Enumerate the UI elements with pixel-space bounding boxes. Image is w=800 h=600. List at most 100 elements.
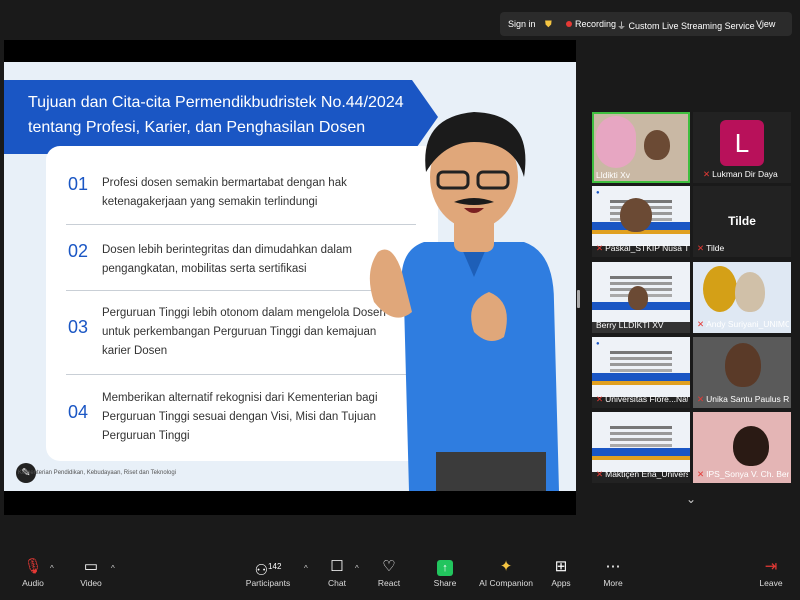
shield-icon[interactable]: ⛊	[545, 19, 552, 30]
participant-tile[interactable]: ✕Unika Santu Paulus Ru...	[693, 337, 791, 408]
ai-companion-button[interactable]: ✦ AI Companion	[478, 556, 534, 588]
apps-label: Apps	[551, 578, 571, 588]
participant-name: ✕ Lukman Dir Daya	[703, 169, 778, 179]
apps-button[interactable]: ⊞ Apps	[546, 556, 576, 588]
mic-muted-icon: ✕	[596, 469, 604, 479]
leave-label: Leave	[759, 578, 783, 588]
participant-tile[interactable]: ✕ IPS_Sonya V. Ch. Benu	[693, 412, 791, 483]
sign-in-button[interactable]: Sign in	[508, 19, 536, 29]
participant-tile[interactable]: ● ✕Paskal_STKIP Nusa Tim...	[592, 186, 690, 257]
recording-indicator[interactable]: Recording	[566, 19, 616, 29]
objective-number: 02	[68, 241, 89, 261]
objective-line: ketenagakerjaan yang semakin terlindungi	[102, 196, 318, 208]
chat-label: Chat	[328, 578, 346, 588]
participant-name: ✕ Universitas Flore...Nat...	[596, 394, 688, 404]
chat-options-caret[interactable]: ^	[355, 564, 359, 573]
objective-text: Perguruan Tinggi lebih otonom dalam meng…	[102, 304, 392, 361]
participants-icon: ⚇142	[254, 562, 282, 579]
react-label: React	[377, 578, 401, 588]
recording-dot-icon	[566, 21, 572, 27]
slide-title-line-2: tentang Profesi, Karier, dan Penghasilan…	[28, 119, 366, 136]
objective-number: 04	[68, 402, 89, 422]
participant-video	[725, 343, 761, 387]
video-button[interactable]: ▭ Video	[76, 556, 106, 588]
video-background	[596, 116, 636, 168]
participant-name: ✕ Andy Suriyani_UNIMOF	[697, 319, 789, 329]
participant-video	[733, 426, 769, 466]
presenter-illustration	[369, 112, 559, 491]
participant-name: ✕ Tilde	[697, 243, 725, 253]
slide-footer-text: Kementerian Pendidikan, Kebudayaan, Rise…	[18, 470, 176, 476]
avatar: L	[720, 120, 764, 166]
heart-icon: ♡	[382, 558, 396, 575]
participant-tile[interactable]: L ✕ Lukman Dir Daya	[693, 112, 791, 183]
participant-name: ✕ IPS_Sonya V. Ch. Benu	[697, 469, 789, 479]
react-button[interactable]: ♡ React	[374, 556, 404, 588]
audio-button[interactable]: 🎙︎ Audio	[18, 556, 48, 588]
objective-line: Perguruan Tinggi lebih otonom dalam meng…	[102, 307, 386, 319]
slide-title-band: Tujuan dan Cita-cita Permendikbudristek …	[4, 80, 412, 154]
mic-muted-icon: 🎙︎	[23, 558, 43, 575]
participant-count: 142	[268, 562, 282, 571]
emblem-background	[703, 266, 737, 312]
participant-tile[interactable]: Berry LLDIKTI XV	[592, 262, 690, 333]
video-options-caret[interactable]: ^	[111, 564, 115, 573]
objective-line: pengangkatan, mobilitas serta sertifikas…	[102, 263, 307, 275]
audio-label: Audio	[22, 578, 44, 588]
presentation-slide: Tujuan dan Cita-cita Permendikbudristek …	[4, 62, 576, 491]
thumb-logo: ●	[596, 341, 600, 347]
participant-display-name: Tilde	[728, 214, 756, 228]
mic-muted-icon: ✕	[697, 319, 705, 329]
objective-text: Profesi dosen semakin bermartabat dengan…	[102, 174, 392, 212]
objective-line: Memberikan alternatif rekognisi dari Kem…	[102, 392, 378, 404]
mic-muted-icon: ✕	[596, 394, 604, 404]
mic-muted-icon: ✕	[703, 169, 711, 179]
meeting-top-bar: Sign in ⛊ Recording ⏚ Custom Live Stream…	[0, 0, 800, 40]
apps-icon: ⊞	[554, 558, 568, 575]
meeting-toolbar: 🎙︎ Audio ^ ▭ Video ^ ⚇142 Participants ^…	[0, 552, 800, 600]
more-label: More	[603, 578, 623, 588]
participant-tile[interactable]: ✕Maktiçen Ena_Universi...	[592, 412, 690, 483]
thumb-logo: ●	[596, 190, 600, 196]
more-button[interactable]: ⋯ More	[598, 556, 628, 588]
leave-button[interactable]: ⇥ Leave	[756, 556, 786, 588]
chat-button[interactable]: ☐ Chat	[322, 556, 352, 588]
participant-video	[628, 286, 648, 310]
participant-tile[interactable]: ● ✕ Universitas Flore...Nat...	[592, 337, 690, 408]
participant-name: Berry LLDIKTI XV	[596, 320, 664, 330]
camera-icon: ▭	[83, 558, 99, 575]
slide-title-line-1: Tujuan dan Cita-cita Permendikbudristek …	[28, 94, 404, 111]
participant-tile[interactable]: Lldikti Xv	[592, 112, 690, 183]
objective-line: Perguruan Tinggi sesuai dengan Visi, Mis…	[102, 411, 377, 423]
shared-slide-thumbnail	[592, 412, 690, 472]
live-stream-indicator[interactable]: ⏚ Custom Live Streaming Service ⌄	[617, 19, 765, 32]
participants-label: Participants	[245, 578, 291, 588]
participants-options-caret[interactable]: ^	[304, 564, 308, 573]
objective-line: karier Dosen	[102, 345, 168, 357]
chat-icon: ☐	[330, 558, 344, 575]
mic-muted-icon: ✕	[697, 243, 705, 253]
share-button[interactable]: ↑ Share	[430, 556, 460, 588]
participant-tile[interactable]: ✕ Andy Suriyani_UNIMOF	[693, 262, 791, 333]
participants-button[interactable]: ⚇142 Participants	[244, 556, 292, 588]
gallery-scroll-down-icon[interactable]: ⌄	[686, 492, 696, 506]
participant-name: ✕Unika Santu Paulus Ru...	[697, 394, 789, 404]
leave-icon: ⇥	[764, 558, 778, 575]
objective-number: 03	[68, 317, 89, 337]
objective-line: Dosen lebih berintegritas dan dimudahkan…	[102, 244, 352, 256]
objective-line: Perguruan Tinggi	[102, 430, 190, 442]
objective-text: Dosen lebih berintegritas dan dimudahkan…	[102, 241, 392, 279]
participant-video	[620, 198, 652, 232]
participant-tile[interactable]: Tilde ✕ Tilde	[693, 186, 791, 257]
view-button[interactable]: View	[756, 19, 775, 29]
resize-handle[interactable]	[577, 290, 580, 308]
mic-muted-icon: ✕	[596, 243, 604, 253]
recording-label: Recording	[575, 19, 617, 29]
mic-muted-icon: ✕	[697, 469, 705, 479]
participant-video	[644, 130, 670, 160]
top-controls: Sign in ⛊ Recording ⏚ Custom Live Stream…	[500, 12, 792, 36]
ai-companion-label: AI Companion	[479, 578, 533, 588]
audio-options-caret[interactable]: ^	[50, 564, 54, 573]
share-screen-icon: ↑	[430, 556, 460, 578]
broadcast-icon: ⏚	[617, 21, 627, 31]
